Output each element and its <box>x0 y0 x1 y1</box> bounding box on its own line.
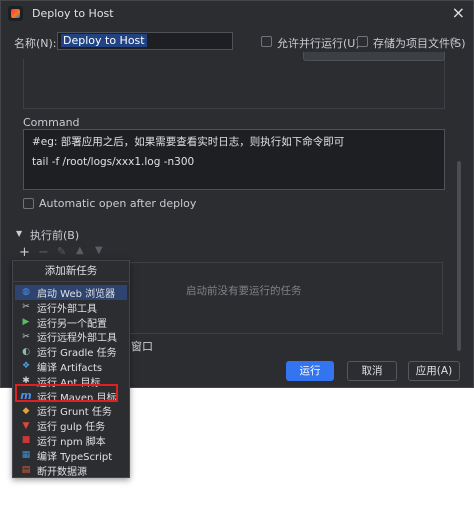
collapse-arrow-icon[interactable]: ▼ <box>16 229 22 238</box>
gulp-icon: ▼ <box>22 420 30 431</box>
menu-item-label: 运行外部工具 <box>37 303 97 315</box>
command-line-2: tail -f /root/logs/xxx1.log -n300 <box>32 156 195 168</box>
menu-item-label: 编译 Artifacts <box>37 362 103 374</box>
app-logo-icon <box>8 6 23 21</box>
typescript-icon: ▦ <box>21 450 31 461</box>
menu-item[interactable]: ❖ 编译 Artifacts <box>15 359 127 374</box>
database-disconnect-icon: ▤ <box>21 464 31 475</box>
gradle-icon: ◐ <box>22 346 30 357</box>
grunt-icon: ◆ <box>22 405 30 416</box>
move-down-icon[interactable]: ▼ <box>95 245 103 256</box>
show-window-label-suffix: 窗口 <box>131 340 153 353</box>
vertical-scrollbar[interactable] <box>457 161 461 351</box>
parallel-label: 允许并行运行(U) <box>277 37 360 50</box>
cancel-button[interactable]: 取消 <box>347 361 397 381</box>
tool-icon: ✂ <box>22 302 30 313</box>
edit-icon[interactable]: ✎ <box>57 245 66 258</box>
menu-item[interactable]: ■ 运行 npm 脚本 <box>15 433 127 448</box>
name-input[interactable]: Deploy to Host <box>57 32 233 50</box>
play-icon: ▶ <box>22 316 30 327</box>
command-textarea[interactable]: #eg: 部署应用之后，如果需要查看实时日志，则执行如下命令即可 tail -f… <box>23 129 445 190</box>
menu-item[interactable]: ▤ 断开数据源 <box>15 463 127 478</box>
window-title: Deploy to Host <box>32 7 114 20</box>
menu-item-label: 运行 Gradle 任务 <box>37 348 117 360</box>
menu-item[interactable]: ◐ 运行 Gradle 任务 <box>15 344 127 360</box>
add-task-popup: 添加新任务 ◍ 启动 Web 浏览器 ✂ 运行外部工具 ▶ 运行另一个配置 ✂ 运行远程外部工… <box>12 260 130 478</box>
menu-item[interactable]: ✂ 运行外部工具 <box>15 300 127 315</box>
parallel-checkbox[interactable] <box>261 36 272 47</box>
auto-open-checkbox[interactable] <box>23 198 34 209</box>
menu-item-label: 编译 TypeScript <box>37 451 113 463</box>
remove-icon[interactable]: − <box>38 245 49 260</box>
move-up-icon[interactable]: ▲ <box>76 245 84 256</box>
menu-item[interactable]: ▦ 编译 TypeScript <box>15 448 127 463</box>
menu-item-label: 断开数据源 <box>37 466 87 478</box>
empty-task-text: 启动前没有要运行的任务 <box>186 285 302 297</box>
save-project-checkbox[interactable] <box>357 36 368 47</box>
upper-panel-button[interactable] <box>303 52 445 61</box>
command-label: Command <box>23 116 80 129</box>
menu-item-label: 运行 gulp 任务 <box>37 422 106 434</box>
menu-item[interactable]: ▶ 运行另一个配置 <box>15 315 127 330</box>
globe-icon: ◍ <box>22 287 30 298</box>
menu-item-label: 运行另一个配置 <box>37 318 107 330</box>
menu-item[interactable]: ◆ 运行 Grunt 任务 <box>15 403 127 419</box>
close-icon[interactable]: × <box>452 3 465 22</box>
title-bar: Deploy to Host × <box>1 1 473 27</box>
menu-item[interactable]: ◍ 启动 Web 浏览器 <box>15 285 127 300</box>
menu-item[interactable]: ✂ 运行远程外部工具 <box>15 329 127 345</box>
before-launch-label: 执行前(B) <box>30 229 80 242</box>
remote-tool-icon: ✂ <box>22 331 30 342</box>
popup-header: 添加新任务 <box>13 261 129 282</box>
menu-item-label: 运行 npm 脚本 <box>37 436 106 448</box>
add-icon[interactable]: + <box>19 245 30 260</box>
menu-item[interactable]: ▼ 运行 gulp 任务 <box>15 418 127 434</box>
upper-panel <box>23 59 445 109</box>
npm-icon: ■ <box>21 435 31 446</box>
name-input-value: Deploy to Host <box>61 34 147 47</box>
gear-icon[interactable]: ⚙ <box>449 35 459 48</box>
menu-item-label: 运行远程外部工具 <box>37 333 117 345</box>
menu-item-label: 运行 Grunt 任务 <box>37 407 112 419</box>
name-label: 名称(N): <box>14 37 57 50</box>
artifact-icon: ❖ <box>21 361 31 372</box>
command-line-1: #eg: 部署应用之后，如果需要查看实时日志，则执行如下命令即可 <box>32 136 345 148</box>
auto-open-label: Automatic open after deploy <box>39 197 197 210</box>
apply-button[interactable]: 应用(A) <box>408 361 460 381</box>
maven-highlight-box <box>15 384 118 402</box>
menu-item-label: 启动 Web 浏览器 <box>37 288 116 300</box>
run-button[interactable]: 运行 <box>286 361 334 381</box>
